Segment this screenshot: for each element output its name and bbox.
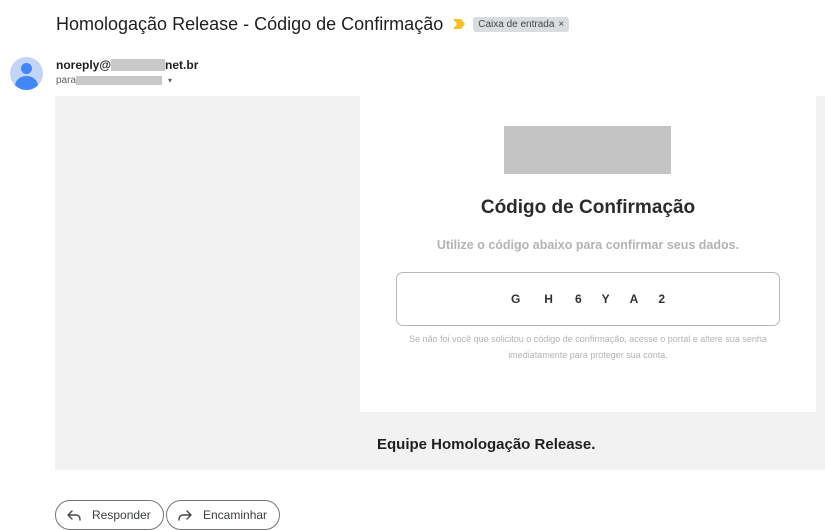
confirmation-code-box[interactable]: G H 6 Y A 2: [396, 272, 780, 326]
remove-label-icon[interactable]: ×: [558, 19, 564, 30]
sender-avatar: [10, 57, 43, 90]
card-subtitle: Utilize o código abaixo para confirmar s…: [436, 238, 740, 252]
signature-text: Equipe Homologação Release.: [377, 436, 596, 453]
sender-address[interactable]: noreply@ net.br: [56, 58, 198, 72]
importance-marker-icon[interactable]: [453, 19, 466, 29]
redacted-block: [111, 59, 166, 71]
inbox-label-chip[interactable]: Caixa de entrada ×: [473, 16, 570, 32]
forward-button[interactable]: Encaminhar: [166, 500, 281, 530]
recipient-prefix: para: [56, 75, 77, 86]
code-char: G: [510, 292, 521, 306]
card-title: Código de Confirmação: [480, 197, 696, 218]
logo-placeholder: [504, 126, 671, 174]
avatar-shoulders: [15, 76, 38, 90]
inbox-label-text: Caixa de entrada: [478, 18, 555, 30]
confirmation-card: Código de Confirmação Utilize o código a…: [360, 96, 816, 412]
forward-label: Encaminhar: [203, 508, 268, 522]
sender-prefix: noreply@: [56, 58, 112, 72]
code-char: 6: [574, 292, 582, 306]
sender-suffix: net.br: [165, 58, 199, 72]
redacted-block: [76, 76, 163, 85]
email-subject: Homologação Release - Código de Confirma…: [56, 13, 444, 34]
avatar-head: [21, 63, 32, 74]
reply-icon: [67, 510, 81, 521]
reply-button[interactable]: Responder: [55, 500, 164, 530]
disclaimer-text: Se não foi você que solicitou o código d…: [409, 334, 767, 360]
forward-icon: [178, 510, 192, 521]
email-header: Homologação Release - Código de Confirma…: [56, 12, 570, 36]
code-char: A: [629, 292, 639, 306]
code-char: 2: [658, 292, 666, 306]
reply-label: Responder: [92, 508, 151, 522]
details-dropdown-icon[interactable]: ▾: [168, 76, 172, 85]
recipient-line[interactable]: para ▾: [56, 75, 172, 86]
code-char: Y: [601, 292, 610, 306]
code-char: H: [544, 292, 553, 306]
